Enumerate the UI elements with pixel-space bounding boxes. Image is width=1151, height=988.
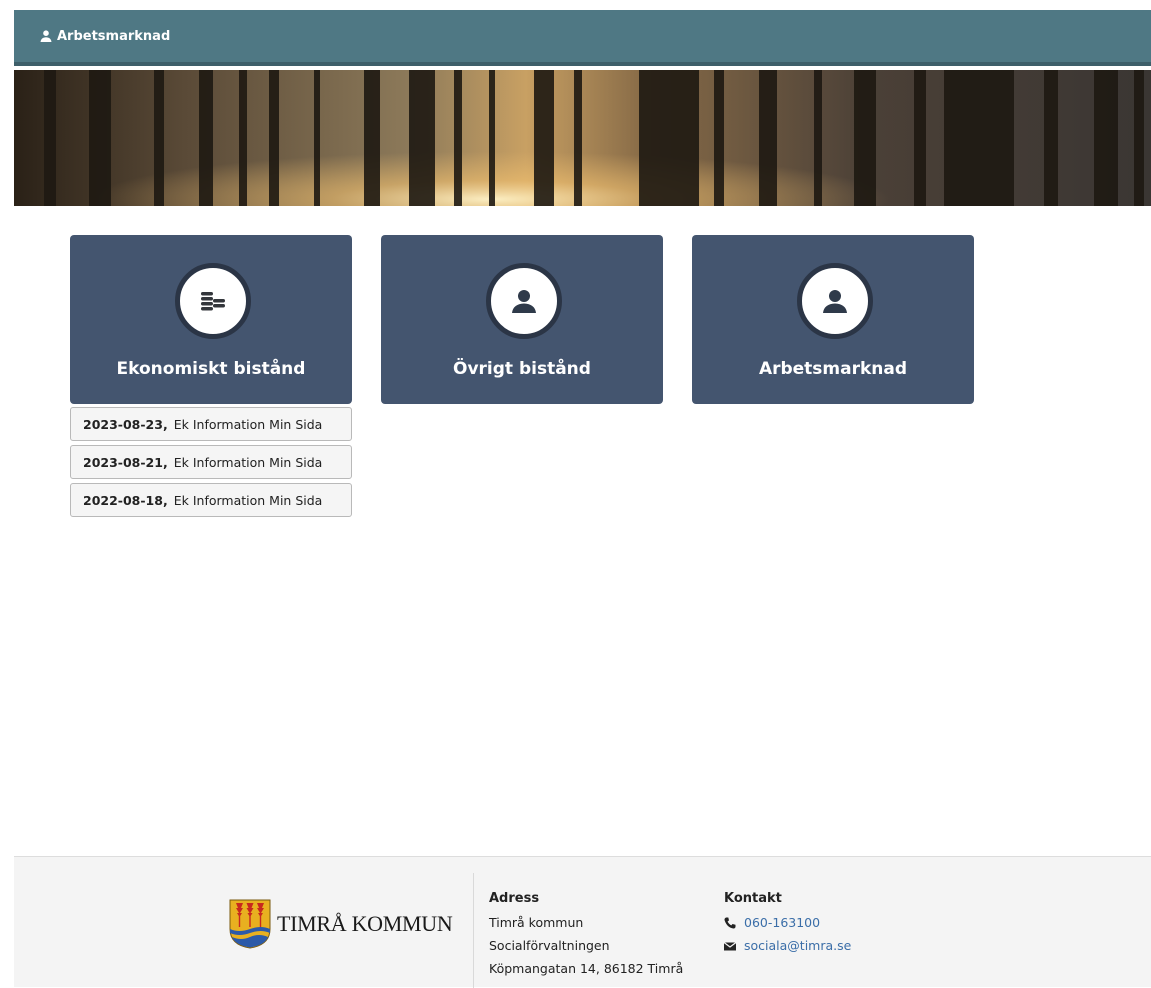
email-link[interactable]: sociala@timra.se bbox=[744, 934, 851, 957]
document-date: 2022-08-18, bbox=[83, 492, 168, 508]
footer-contact: Kontakt 060-163100 sociala@timra.se bbox=[724, 889, 851, 957]
document-title: Ek Information Min Sida bbox=[173, 416, 323, 432]
tile-arbetsmarknad[interactable]: Arbetsmarknad bbox=[692, 235, 974, 404]
timra-kommun-logo[interactable]: TIMRÅ KOMMUN bbox=[229, 899, 453, 949]
footer: TIMRÅ KOMMUN Adress Timrå kommun Socialf… bbox=[14, 856, 1151, 988]
document-item[interactable]: 2023-08-23, Ek Information Min Sida bbox=[70, 407, 352, 441]
document-title: Ek Information Min Sida bbox=[173, 492, 323, 508]
document-date: 2023-08-23, bbox=[83, 416, 168, 432]
contact-heading: Kontakt bbox=[724, 891, 782, 906]
hero-banner-image bbox=[14, 70, 1151, 206]
document-date: 2023-08-21, bbox=[83, 454, 168, 470]
top-nav-bar: Arbetsmarknad bbox=[14, 10, 1151, 66]
tile-icon-circle bbox=[797, 263, 873, 339]
address-line: Köpmangatan 14, 86182 Timrå bbox=[489, 961, 684, 976]
document-list: 2023-08-23, Ek Information Min Sida 2023… bbox=[70, 407, 352, 521]
tile-label: Ekonomiskt bistånd bbox=[116, 359, 306, 379]
document-item[interactable]: 2023-08-21, Ek Information Min Sida bbox=[70, 445, 352, 479]
coat-of-arms-icon bbox=[229, 899, 271, 949]
address-line: Timrå kommun bbox=[489, 915, 584, 930]
tile-label: Arbetsmarknad bbox=[758, 359, 908, 379]
tile-label: Övrigt bistånd bbox=[453, 359, 591, 379]
user-icon bbox=[512, 290, 536, 313]
user-icon bbox=[40, 30, 52, 42]
logo-text: TIMRÅ KOMMUN bbox=[277, 911, 453, 936]
envelope-icon bbox=[724, 941, 736, 950]
document-item[interactable]: 2022-08-18, Ek Information Min Sida bbox=[70, 483, 352, 517]
tile-icon-circle bbox=[486, 263, 562, 339]
phone-icon bbox=[724, 917, 736, 929]
phone-link[interactable]: 060-163100 bbox=[744, 911, 820, 934]
tile-icon-circle bbox=[175, 263, 251, 339]
user-icon bbox=[823, 290, 847, 313]
footer-address: Adress Timrå kommun Socialförvaltningen … bbox=[489, 889, 683, 980]
address-heading: Adress bbox=[489, 891, 540, 906]
coins-icon bbox=[201, 292, 225, 311]
nav-link-label: Arbetsmarknad bbox=[57, 28, 171, 44]
footer-divider bbox=[473, 873, 474, 988]
document-title: Ek Information Min Sida bbox=[173, 454, 323, 470]
tile-ekonomiskt-bistand[interactable]: Ekonomiskt bistånd bbox=[70, 235, 352, 404]
tile-ovrigt-bistand[interactable]: Övrigt bistånd bbox=[381, 235, 663, 404]
address-line: Socialförvaltningen bbox=[489, 938, 610, 953]
nav-link-arbetsmarknad[interactable]: Arbetsmarknad bbox=[40, 29, 170, 44]
